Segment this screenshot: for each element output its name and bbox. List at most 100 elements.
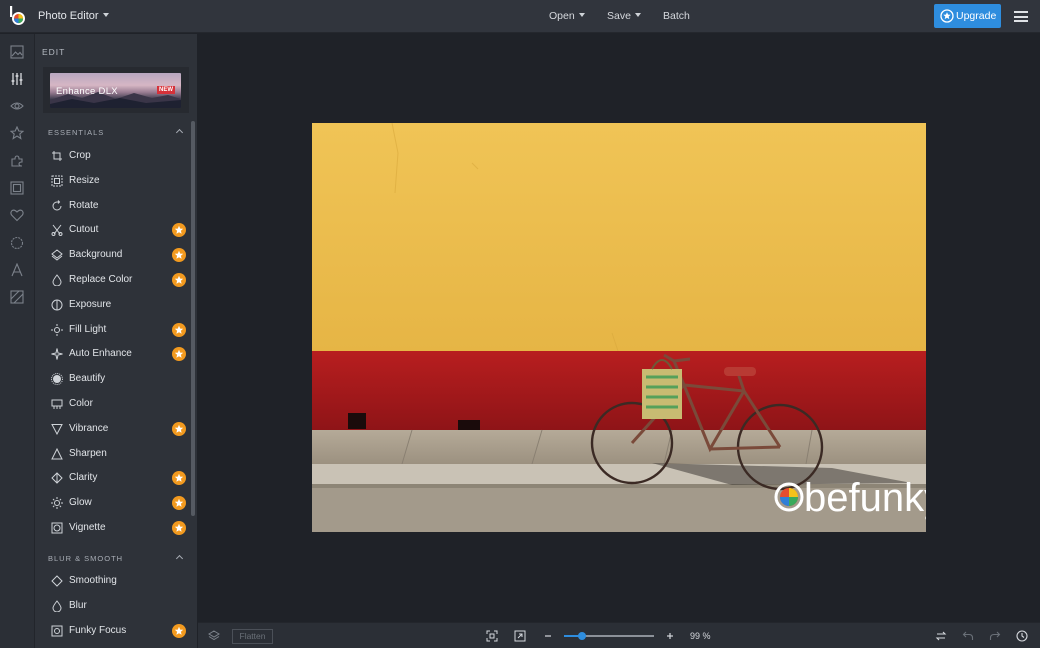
layers-icon[interactable] (208, 630, 220, 642)
premium-star-icon (172, 223, 186, 238)
sliders-icon[interactable] (10, 72, 24, 86)
save-menu-label: Save (607, 10, 631, 22)
batch-button[interactable]: Batch (663, 10, 690, 22)
category-rail: ? (0, 34, 35, 648)
blur-icon (52, 599, 62, 612)
tool-label: Resize (69, 174, 100, 186)
tool-label: Crop (69, 150, 91, 161)
tool-label: Rotate (69, 199, 99, 211)
befunky-logo-icon[interactable] (9, 6, 27, 26)
tool-label: Blur (69, 599, 87, 611)
text-icon[interactable] (10, 263, 24, 277)
editor-canvas[interactable]: befunky (198, 34, 1040, 622)
tool-label: Clarity (69, 472, 98, 484)
zoom-in-icon[interactable] (664, 630, 676, 642)
frame-icon[interactable] (10, 181, 24, 195)
badge-icon[interactable] (10, 236, 24, 250)
app-title: Photo Editor (38, 10, 99, 22)
watermark-text: befunky (804, 476, 926, 520)
zoom-slider-handle[interactable] (578, 632, 586, 640)
tool-background[interactable]: Background (43, 243, 189, 267)
chevron-up-icon[interactable] (175, 554, 184, 563)
tool-cutout[interactable]: Cutout (43, 218, 189, 242)
cutout-icon (51, 225, 63, 237)
tool-fill-light[interactable]: Fill Light (43, 318, 189, 342)
section-header-essentials[interactable]: ESSENTIALS (48, 128, 104, 137)
flatten-button[interactable]: Flatten (232, 629, 273, 644)
premium-star-icon (172, 322, 186, 337)
tool-exposure[interactable]: Exposure (43, 293, 189, 317)
upgrade-button[interactable]: Upgrade (934, 4, 1001, 28)
star-icon[interactable] (10, 126, 24, 140)
tool-replace-color[interactable]: Replace Color (43, 268, 189, 292)
history-icon[interactable] (1016, 630, 1028, 642)
tool-label: Beautify (69, 373, 106, 385)
tool-label: Exposure (69, 298, 112, 310)
panel-scrollbar[interactable] (191, 121, 195, 516)
tool-sharpen[interactable]: Sharpen (43, 442, 189, 466)
photo-bicycle-wall[interactable]: befunky (312, 123, 926, 532)
tool-label: Background (69, 249, 123, 261)
undo-icon[interactable] (962, 630, 974, 642)
new-badge: NEW (157, 86, 175, 94)
eye-icon[interactable] (10, 99, 24, 113)
clarity-icon (51, 472, 63, 485)
actual-size-icon[interactable] (514, 630, 526, 642)
replace-color-icon (52, 274, 62, 286)
funky-focus-icon (51, 625, 63, 637)
exposure-icon (51, 299, 63, 311)
tool-resize[interactable]: Resize (43, 169, 189, 193)
vignette-icon (51, 522, 63, 534)
premium-star-icon (172, 623, 186, 638)
premium-star-icon (172, 273, 186, 287)
banner-image: Enhance DLX NEW (50, 73, 181, 108)
chevron-down-icon (634, 13, 641, 17)
enhance-dlx-banner[interactable]: Enhance DLX NEW (43, 67, 189, 113)
top-bar: Photo Editor Open Save Batch Upgrade (0, 0, 1040, 33)
tool-beautify[interactable]: Beautify (43, 367, 189, 391)
tool-glow[interactable]: Glow (43, 491, 189, 515)
tool-rotate[interactable]: Rotate (43, 194, 189, 218)
vibrance-icon (51, 423, 63, 435)
tool-label: Glow (69, 497, 92, 509)
tool-funky-focus[interactable]: Funky Focus (43, 619, 189, 643)
resize-icon (51, 175, 63, 187)
tool-smoothing[interactable]: Smoothing (43, 569, 189, 593)
tool-label: Vignette (69, 522, 106, 533)
tool-crop[interactable]: Crop (43, 144, 189, 168)
section-header-blur-smooth[interactable]: BLUR & SMOOTH (48, 554, 123, 563)
texture-icon[interactable] (10, 290, 24, 304)
tool-auto-enhance[interactable]: Auto Enhance (43, 342, 189, 366)
hamburger-menu-icon[interactable] (1014, 11, 1028, 22)
tool-label: Fill Light (69, 323, 107, 335)
open-menu-button[interactable]: Open (549, 10, 585, 22)
tool-blur[interactable]: Blur (43, 594, 189, 618)
tool-vibrance[interactable]: Vibrance (43, 417, 189, 441)
premium-star-icon (172, 471, 186, 486)
fit-to-screen-icon[interactable] (486, 630, 498, 642)
glow-icon (51, 497, 63, 510)
zoom-level: 99 % (690, 631, 711, 641)
tool-color[interactable]: Color (43, 392, 189, 416)
heart-icon[interactable] (10, 208, 24, 222)
redo-icon[interactable] (989, 630, 1001, 642)
tool-clarity[interactable]: Clarity (43, 466, 189, 490)
tool-label: Vibrance (69, 422, 109, 434)
premium-star-icon (172, 496, 186, 511)
image-icon[interactable] (10, 45, 24, 59)
zoom-out-icon[interactable] (542, 630, 554, 642)
tool-label: Replace Color (69, 274, 133, 285)
auto-enhance-icon (51, 348, 63, 360)
compare-icon[interactable] (935, 630, 947, 642)
tool-vignette[interactable]: Vignette (43, 516, 189, 540)
chevron-up-icon[interactable] (175, 128, 184, 137)
rotate-icon (52, 199, 62, 211)
save-menu-button[interactable]: Save (607, 10, 641, 22)
panel-title: EDIT (42, 47, 66, 57)
batch-label: Batch (663, 10, 690, 22)
open-menu-label: Open (549, 10, 575, 22)
premium-star-icon (172, 248, 186, 263)
puzzle-icon[interactable] (10, 154, 24, 168)
tool-label: Funky Focus (69, 624, 127, 636)
app-switcher-dropdown[interactable]: Photo Editor (38, 10, 109, 22)
